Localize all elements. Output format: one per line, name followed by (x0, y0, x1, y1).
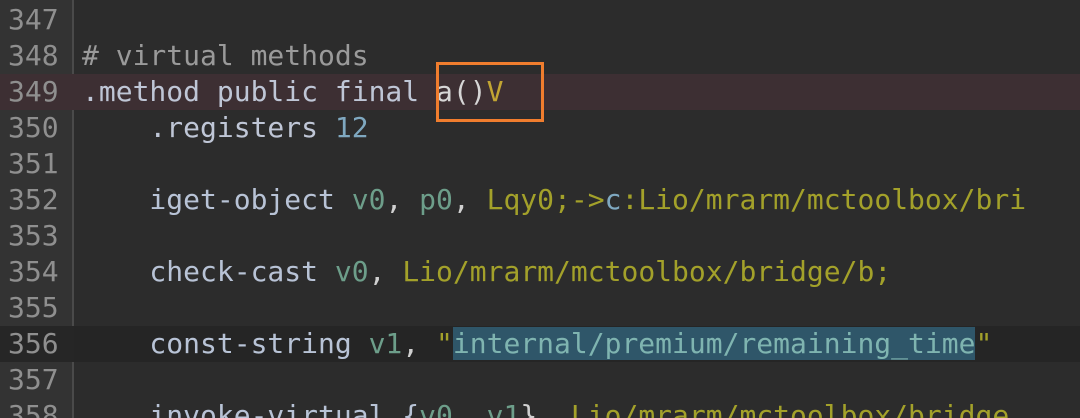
code-token: .registers (82, 111, 335, 144)
code-token: , (368, 255, 403, 288)
line-number: 347 (8, 3, 59, 36)
code-token: .method public final (82, 75, 437, 108)
code-token: 12 (334, 111, 369, 144)
line-number: 355 (8, 291, 59, 324)
code-line[interactable]: 355 (0, 290, 1080, 326)
code-token: v0 (419, 399, 453, 418)
line-number: 353 (8, 219, 59, 252)
code-token: , (402, 327, 437, 360)
code-token: , (452, 183, 487, 216)
code-token: :Lio/mrarm/mctoolbox/bri (621, 183, 1027, 216)
code-line[interactable]: 351 (0, 146, 1080, 182)
code-token: v0 (351, 183, 386, 216)
line-number: 352 (8, 183, 59, 216)
code-token: }, (520, 399, 571, 418)
line-number: 349 (8, 75, 59, 108)
code-line[interactable]: 347 (0, 2, 1080, 38)
code-token: Lqy0; (486, 183, 571, 216)
code-token: -> (570, 183, 605, 216)
code-text[interactable]: check-cast v0, Lio/mrarm/mctoolbox/bridg… (82, 254, 891, 290)
line-number: 350 (8, 111, 59, 144)
code-text[interactable]: # virtual methods (82, 38, 369, 74)
code-text[interactable]: .registers 12 (82, 110, 369, 146)
line-number: 356 (8, 327, 59, 360)
line-number: 354 (8, 255, 59, 288)
code-token: Lio/mrarm/mctoolbox/bridge (570, 399, 1010, 418)
code-token: iget-object (82, 183, 352, 216)
selected-text: internal/premium/remaining_time (452, 327, 976, 360)
annotation-highlight-box (436, 62, 544, 122)
line-number: 348 (8, 39, 59, 72)
code-token: p0 (419, 183, 453, 216)
code-token: c (604, 183, 622, 216)
code-token: # virtual methods (82, 39, 369, 72)
code-line[interactable]: 352 iget-object v0, p0, Lqy0;->c:Lio/mra… (0, 182, 1080, 218)
line-number: 357 (8, 363, 59, 396)
code-token: " (436, 327, 453, 360)
code-token: v1 (486, 399, 521, 418)
code-token: check-cast (82, 255, 335, 288)
code-text[interactable]: const-string v1, "internal/premium/remai… (82, 326, 992, 362)
code-token: v1 (368, 327, 403, 360)
code-line[interactable]: 354 check-cast v0, Lio/mrarm/mctoolbox/b… (0, 254, 1080, 290)
code-token: invoke-virtual { (82, 399, 420, 418)
code-line[interactable]: 357 (0, 362, 1080, 398)
code-token: , (452, 399, 487, 418)
code-text[interactable]: iget-object v0, p0, Lqy0;->c:Lio/mrarm/m… (82, 182, 1026, 218)
code-token: " (975, 327, 993, 360)
code-token: const-string (82, 327, 369, 360)
code-editor[interactable]: 347 348 # virtual methods 349 .method public… (0, 0, 1080, 418)
code-token: Lio/mrarm/mctoolbox/bridge/b; (402, 255, 892, 288)
code-token: v0 (334, 255, 369, 288)
code-token: , (385, 183, 420, 216)
line-number: 351 (8, 147, 59, 180)
code-line[interactable]: 353 (0, 218, 1080, 254)
code-line[interactable]: 356 const-string v1, "internal/premium/r… (0, 326, 1080, 362)
code-line[interactable]: 358 invoke-virtual {v0, v1}, Lio/mrarm/m… (0, 398, 1080, 418)
line-number: 358 (8, 399, 59, 418)
code-text[interactable]: invoke-virtual {v0, v1}, Lio/mrarm/mctoo… (82, 398, 1009, 418)
